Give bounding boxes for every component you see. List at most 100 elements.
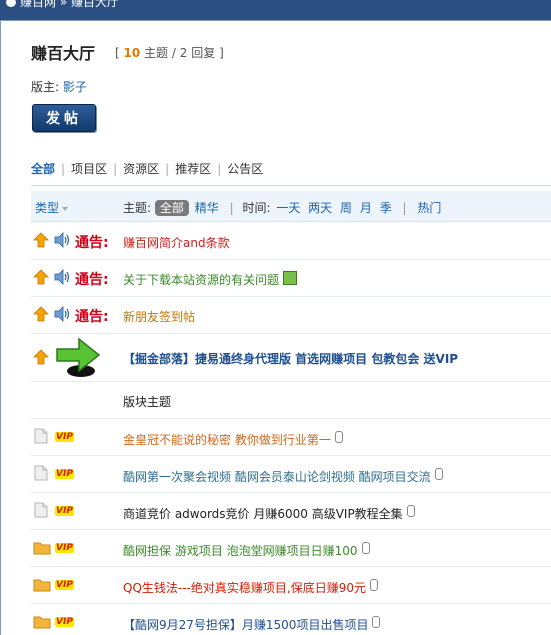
thread-row: VIP 酷网担保 游戏项目 泡泡堂网赚项目日赚100 xyxy=(31,529,551,567)
section-header-row: 版块主题 xyxy=(31,381,551,419)
tab-all[interactable]: 全部 xyxy=(31,162,55,176)
new-post-button[interactable]: 发帖 xyxy=(32,104,96,132)
thread-title-link[interactable]: 酷网第一次聚会视频 酷网会员泰山论剑视频 酷网项目交流 xyxy=(123,470,431,484)
paperclip-icon xyxy=(406,505,415,517)
thread-row: VIP 商道竞价 adwords竞价 月赚6000 高级VIP教程全集 xyxy=(31,492,551,530)
thread-title-link[interactable]: 酷网担保 游戏项目 泡泡堂网赚项目日赚100 xyxy=(123,544,358,558)
stats-slash: / xyxy=(171,46,176,60)
notice-title: 关于下载本站资源的有关问题 xyxy=(123,271,298,288)
vip-badge: VIP xyxy=(55,580,74,590)
thread-title: 商道竞价 adwords竞价 月赚6000 高级VIP教程全集 xyxy=(123,505,415,522)
tab-separator: | xyxy=(113,162,118,176)
thread-row: VIP 【酷网9月27号担保】月赚1500项目出售项目 xyxy=(31,603,551,635)
thread-title-link[interactable]: 商道竞价 adwords竞价 月赚6000 高级VIP教程全集 xyxy=(123,507,403,521)
moderator-label: 版主: xyxy=(31,80,60,94)
tab-announcements[interactable]: 公告区 xyxy=(227,162,263,176)
breadcrumb-current[interactable]: 赚百大厅 xyxy=(71,0,119,9)
filter-bar: 类型 主题: 全部 精华 | 时间: 一天 两天 周 月 季 | 热门 xyxy=(31,191,551,222)
thread-title: 【酷网9月27号担保】月赚1500项目出售项目 xyxy=(123,616,381,633)
thread-title-link[interactable]: 【酷网9月27号担保】月赚1500项目出售项目 xyxy=(123,618,368,632)
thread-row: VIP 金皇冠不能说的秘密 教你做到行业第一 xyxy=(31,418,551,456)
breadcrumb-site-link[interactable]: 赚百网 xyxy=(20,0,56,9)
notice-title[interactable]: 赚百网简介and条款 xyxy=(123,234,230,251)
folder-icon xyxy=(33,542,51,555)
breadcrumb: 赚百网 » 赚百大厅 xyxy=(6,0,119,10)
pin-up-arrow-icon xyxy=(33,269,49,285)
pin-up-arrow-icon xyxy=(33,232,49,248)
filter-separator: | xyxy=(229,201,234,215)
filter-time-week[interactable]: 周 xyxy=(340,201,352,215)
notice-row: 通告: 赚百网简介and条款 xyxy=(31,222,551,260)
paperclip-icon xyxy=(372,616,381,628)
chat-bubble-icon xyxy=(6,0,16,7)
tab-separator: | xyxy=(217,162,222,176)
tab-separator: | xyxy=(165,162,170,176)
speaker-icon xyxy=(54,269,70,285)
tab-underline xyxy=(31,185,551,186)
document-icon xyxy=(34,502,48,518)
document-icon xyxy=(34,465,48,481)
chevron-down-icon xyxy=(62,206,69,211)
filter-time-month[interactable]: 月 xyxy=(360,201,372,215)
document-icon xyxy=(34,428,48,444)
pin-up-arrow-icon xyxy=(33,306,49,322)
moderator-link[interactable]: 影子 xyxy=(63,80,87,94)
category-tabs: 全部 | 项目区 | 资源区 | 推荐区 | 公告区 xyxy=(31,160,263,177)
notice-row: 通告: 关于下载本站资源的有关问题 xyxy=(31,259,551,297)
thread-title: 酷网第一次聚会视频 酷网会员泰山论剑视频 酷网项目交流 xyxy=(123,468,443,485)
vip-badge: VIP xyxy=(55,469,74,479)
thread-count-label: 主题 xyxy=(144,46,169,60)
notice-title-link[interactable]: 关于下载本站资源的有关问题 xyxy=(123,273,279,287)
notice-title[interactable]: 新朋友签到帖 xyxy=(123,308,195,325)
stats-close-bracket: ] xyxy=(219,46,224,60)
sticky-row: 【掘金部落】捷易通终身代理版 首选网赚项目 包教包会 送VIP xyxy=(31,333,551,382)
tab-separator: | xyxy=(61,162,66,176)
filter-time-quarter[interactable]: 季 xyxy=(380,201,392,215)
filter-time-2day[interactable]: 两天 xyxy=(308,201,332,215)
type-filter-label: 类型 xyxy=(35,201,60,215)
moderator-line: 版主: 影子 xyxy=(31,78,87,95)
pin-up-arrow-icon xyxy=(33,349,49,365)
vip-badge: VIP xyxy=(55,432,74,442)
speaker-icon xyxy=(54,232,70,248)
topic-filter-label: 主题: xyxy=(123,201,152,215)
stats-open-bracket: [ xyxy=(115,46,120,60)
thread-row: VIP 酷网第一次聚会视频 酷网会员泰山论剑视频 酷网项目交流 xyxy=(31,455,551,493)
thread-row: VIP QQ生钱法---绝对真实稳赚项目,保底日赚90元 xyxy=(31,566,551,604)
paperclip-icon xyxy=(361,542,370,554)
thread-count: 10 xyxy=(123,46,141,60)
thread-title-link[interactable]: QQ生钱法---绝对真实稳赚项目,保底日赚90元 xyxy=(123,581,366,595)
filter-hot[interactable]: 热门 xyxy=(417,201,441,215)
forum-stats: [ 10 主题 / 2 回复 ] xyxy=(115,44,224,61)
forum-title: 赚百大厅 xyxy=(31,44,96,63)
breadcrumb-separator: » xyxy=(59,0,68,9)
speaker-icon xyxy=(54,306,70,322)
filter-options: 主题: 全部 精华 | 时间: 一天 两天 周 月 季 | 热门 xyxy=(123,199,443,216)
section-label: 版块主题 xyxy=(123,395,172,409)
type-filter-dropdown[interactable]: 类型 xyxy=(35,199,69,216)
folder-icon xyxy=(33,616,51,629)
tab-resources[interactable]: 资源区 xyxy=(123,162,159,176)
reply-count: 2 xyxy=(179,46,188,60)
thread-title-link[interactable]: 金皇冠不能说的秘密 教你做到行业第一 xyxy=(123,433,331,447)
vip-badge: VIP xyxy=(55,543,74,553)
time-filter-label: 时间: xyxy=(242,201,271,215)
top-bar: 赚百网 » 赚百大厅 xyxy=(0,0,551,20)
filter-time-1day[interactable]: 一天 xyxy=(276,201,300,215)
tab-recommended[interactable]: 推荐区 xyxy=(175,162,211,176)
filter-digest[interactable]: 精华 xyxy=(195,201,219,215)
filter-all[interactable]: 全部 xyxy=(154,200,189,216)
notice-row: 通告: 新朋友签到帖 xyxy=(31,296,551,334)
folder-icon xyxy=(33,579,51,592)
paperclip-icon xyxy=(369,579,378,591)
thread-title: 酷网担保 游戏项目 泡泡堂网赚项目日赚100 xyxy=(123,542,370,559)
filter-separator: | xyxy=(402,201,407,215)
notice-label: 通告: xyxy=(75,309,109,325)
notice-label: 通告: xyxy=(75,235,109,251)
tab-projects[interactable]: 项目区 xyxy=(71,162,107,176)
image-attachment-icon xyxy=(283,271,298,285)
thread-title: 金皇冠不能说的秘密 教你做到行业第一 xyxy=(123,431,343,448)
notice-label: 通告: xyxy=(75,272,109,288)
sticky-thread-title[interactable]: 【掘金部落】捷易通终身代理版 首选网赚项目 包教包会 送VIP xyxy=(123,350,458,367)
vip-badge: VIP xyxy=(55,506,74,516)
